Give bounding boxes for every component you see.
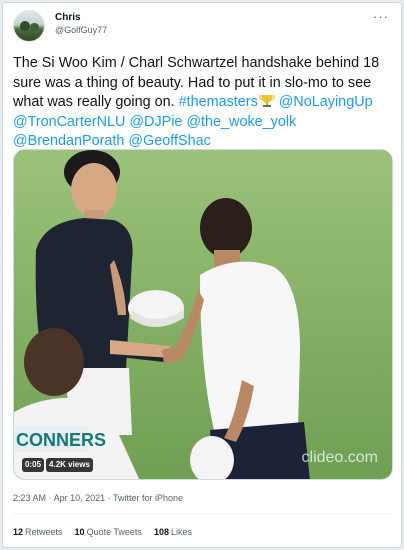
avatar-tree-shape: [20, 21, 30, 31]
divider: [13, 513, 393, 514]
mention-link[interactable]: @the_woke_yolk: [186, 114, 296, 130]
tweet-date[interactable]: Apr 10, 2021: [54, 493, 106, 503]
tweet-meta: 2:23 AM · Apr 10, 2021 · Twitter for iPh…: [13, 493, 183, 503]
watermark-text: clideo.com: [301, 449, 378, 466]
quote-tweets-label: Quote Tweets: [86, 527, 142, 537]
video-views: 4.2K views: [46, 458, 93, 472]
more-horizontal-icon[interactable]: ···: [373, 9, 389, 24]
video-player[interactable]: CONNERS 0:05 4.2K views clideo.com: [13, 149, 393, 480]
author-handle[interactable]: @GolfGuy77: [55, 25, 107, 35]
mention-link[interactable]: @NoLayingUp: [279, 94, 373, 110]
tweet-text: The Si Woo Kim / Charl Schwartzel handsh…: [13, 54, 397, 152]
mention-link[interactable]: @DJPie: [129, 114, 182, 130]
trophy-icon: [259, 95, 275, 107]
meta-separator: ·: [107, 493, 111, 503]
mention-link[interactable]: @BrendanPorath: [13, 133, 124, 149]
video-badge: 0:05 4.2K views: [22, 458, 93, 472]
avatar[interactable]: [13, 10, 45, 42]
retweets-count: 12: [13, 527, 24, 537]
mention-link[interactable]: @GeoffShac: [128, 133, 210, 149]
video-frame: CONNERS: [14, 150, 392, 479]
avatar-tree-shape: [30, 23, 39, 31]
quote-tweets-stat[interactable]: 10 Quote Tweets: [75, 527, 142, 537]
quote-tweets-count: 10: [74, 527, 85, 537]
retweets-stat[interactable]: 12 Retweets: [13, 527, 63, 537]
retweets-label: Retweets: [25, 527, 63, 537]
video-time: 0:05: [22, 458, 45, 472]
tweet-card: Chris @GolfGuy77 ··· The Si Woo Kim / Ch…: [2, 2, 402, 549]
mention-link[interactable]: @TronCarterNLU: [13, 114, 125, 130]
tweet-stats: 12 Retweets 10 Quote Tweets 108 Likes: [13, 527, 192, 537]
sign-text: CONNERS: [16, 430, 106, 450]
tweet-time[interactable]: 2:23 AM: [13, 493, 46, 503]
likes-label: Likes: [170, 527, 192, 537]
divider: [13, 548, 393, 549]
meta-separator: ·: [48, 493, 52, 503]
likes-stat[interactable]: 108 Likes: [154, 527, 192, 537]
tweet-source[interactable]: Twitter for iPhone: [113, 493, 183, 503]
author-name[interactable]: Chris: [55, 12, 81, 23]
hashtag-link[interactable]: #themasters: [179, 94, 258, 110]
likes-count: 108: [153, 527, 169, 537]
